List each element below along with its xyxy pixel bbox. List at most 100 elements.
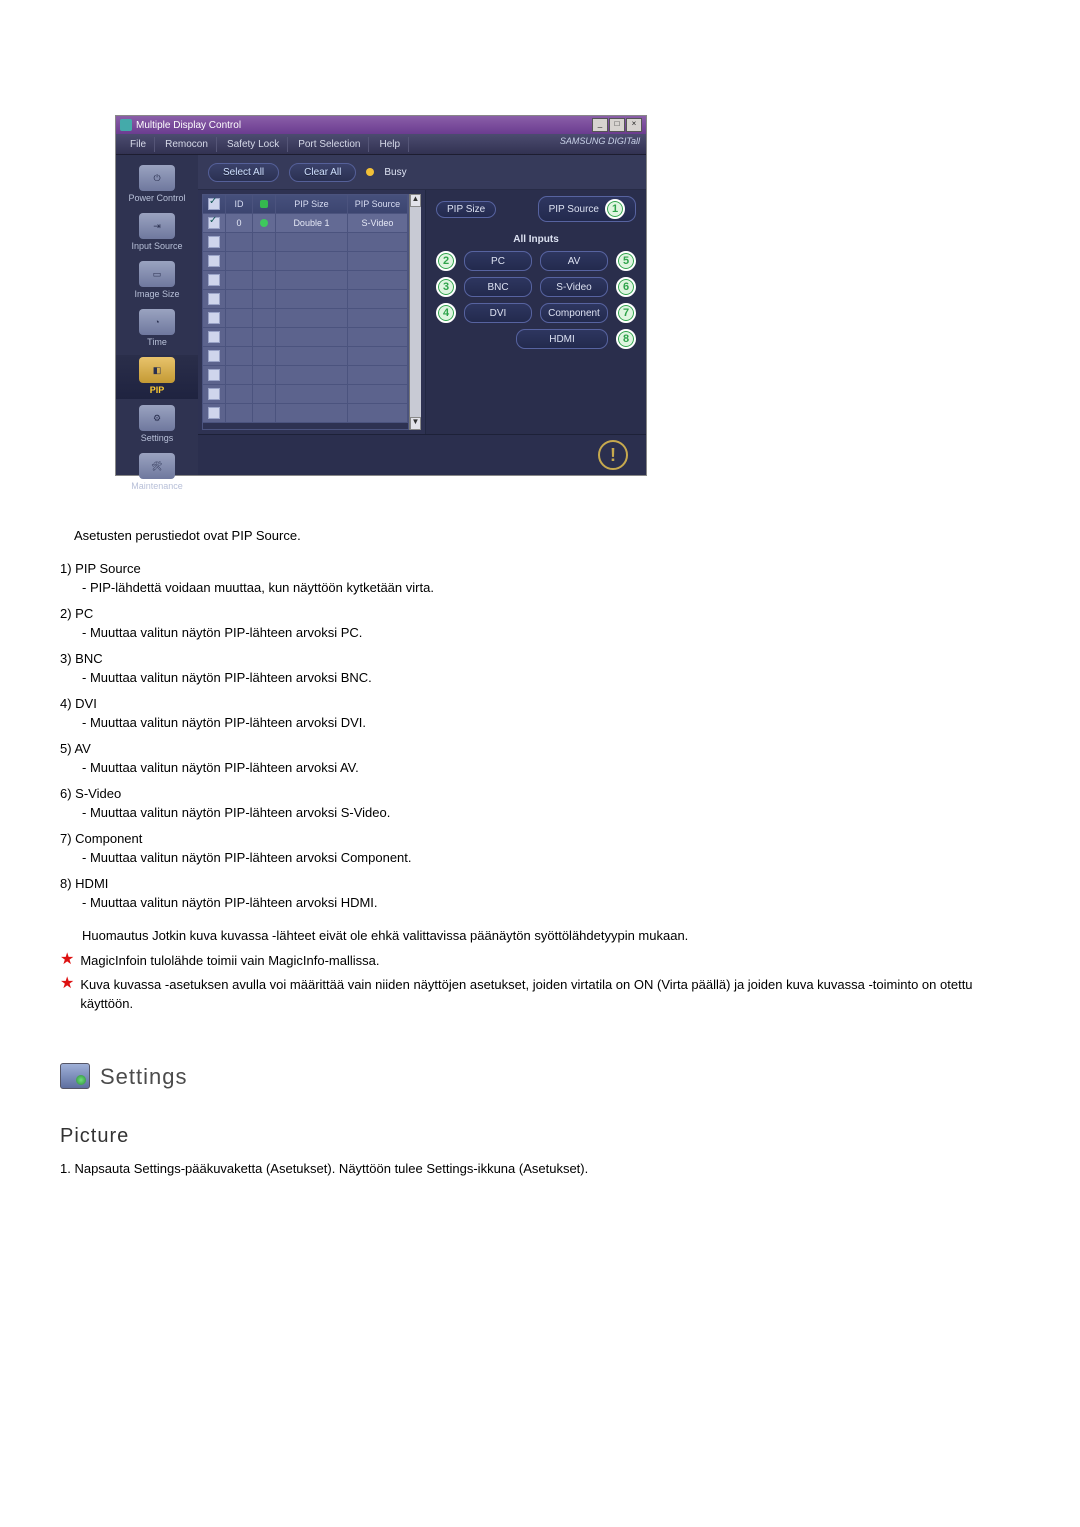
- list-item: PIP Source - PIP-lähdettä voidaan muutta…: [60, 559, 1020, 598]
- list-title: AV: [74, 741, 90, 756]
- busy-label: Busy: [384, 167, 406, 178]
- header-check[interactable]: [203, 195, 226, 213]
- checkbox-icon[interactable]: [208, 312, 220, 324]
- checkbox-icon[interactable]: [208, 369, 220, 381]
- sidebar-item-input-source[interactable]: ⇥ Input Source: [116, 211, 198, 255]
- star-icon: ★: [60, 951, 74, 971]
- display-grid: ID PIP Size PIP Source 0 Double 1 S-Vide…: [202, 194, 409, 430]
- list-title: DVI: [75, 696, 97, 711]
- list-title: S-Video: [75, 786, 121, 801]
- maintenance-icon: 🛠: [139, 453, 175, 479]
- list-desc: - Muuttaa valitun näytön PIP-lähteen arv…: [60, 713, 1020, 733]
- pip-source-panel: PIP Size PIP Source 1 All Inputs 2 PC AV…: [425, 190, 646, 434]
- grid-scrollbar[interactable]: ▲ ▼: [409, 194, 421, 430]
- app-window: Multiple Display Control _ □ × File Remo…: [115, 115, 647, 476]
- pip-source-label: PIP Source: [549, 204, 599, 215]
- sidebar-item-power-control[interactable]: ⏻ Power Control: [116, 163, 198, 207]
- sidebar-label: Input Source: [116, 241, 198, 251]
- bnc-button[interactable]: BNC: [464, 277, 532, 297]
- sidebar: ⏻ Power Control ⇥ Input Source ▭ Image S…: [116, 155, 198, 475]
- checkbox-icon[interactable]: [208, 407, 220, 419]
- note-text: Huomautus Jotkin kuva kuvassa -lähteet e…: [82, 926, 1020, 946]
- sidebar-label: PIP: [116, 385, 198, 395]
- scroll-up-icon[interactable]: ▲: [410, 194, 421, 207]
- list-item: AV - Muuttaa valitun näytön PIP-lähteen …: [60, 739, 1020, 778]
- callout-7: 7: [616, 303, 636, 323]
- star-text: MagicInfoin tulolähde toimii vain MagicI…: [80, 951, 1020, 971]
- maximize-button[interactable]: □: [609, 118, 625, 132]
- cell-size: Double 1: [276, 214, 348, 232]
- sidebar-label: Power Control: [116, 193, 198, 203]
- sidebar-item-pip[interactable]: ◧ PIP: [116, 355, 198, 399]
- dvi-button[interactable]: DVI: [464, 303, 532, 323]
- menu-file[interactable]: File: [122, 137, 155, 152]
- sidebar-item-settings[interactable]: ⚙ Settings: [116, 403, 198, 447]
- star-text: Kuva kuvassa -asetuksen avulla voi määri…: [80, 975, 1020, 1014]
- status-bar: !: [198, 434, 646, 475]
- grid-row-empty: [203, 385, 408, 404]
- checkbox-icon[interactable]: [208, 388, 220, 400]
- header-source: PIP Source: [348, 195, 408, 213]
- sidebar-label: Settings: [116, 433, 198, 443]
- connection-icon: [260, 200, 268, 208]
- subsection-step: 1. Napsauta Settings-pääkuvaketta (Asetu…: [60, 1159, 1020, 1179]
- image-size-icon: ▭: [139, 261, 175, 287]
- menu-safety-lock[interactable]: Safety Lock: [219, 137, 288, 152]
- callout-3: 3: [436, 277, 456, 297]
- list-title: PIP Source: [75, 561, 141, 576]
- sidebar-item-maintenance[interactable]: 🛠 Maintenance: [116, 451, 198, 495]
- pip-size-label: PIP Size: [447, 204, 485, 215]
- grid-row-empty: [203, 328, 408, 347]
- sidebar-item-time[interactable]: ◔ Time: [116, 307, 198, 351]
- svideo-button[interactable]: S-Video: [540, 277, 608, 297]
- close-button[interactable]: ×: [626, 118, 642, 132]
- checkbox-icon[interactable]: [208, 255, 220, 267]
- grid-header-row: ID PIP Size PIP Source: [203, 195, 408, 214]
- checkbox-icon[interactable]: [208, 293, 220, 305]
- pip-source-header[interactable]: PIP Source 1: [538, 196, 636, 222]
- grid-row-empty: [203, 271, 408, 290]
- grid-row[interactable]: 0 Double 1 S-Video: [203, 214, 408, 233]
- pc-button[interactable]: PC: [464, 251, 532, 271]
- list-item: BNC - Muuttaa valitun näytön PIP-lähteen…: [60, 649, 1020, 688]
- select-all-button[interactable]: Select All: [208, 163, 279, 182]
- list-title: HDMI: [75, 876, 108, 891]
- pip-icon: ◧: [139, 357, 175, 383]
- clear-all-button[interactable]: Clear All: [289, 163, 356, 182]
- sidebar-item-image-size[interactable]: ▭ Image Size: [116, 259, 198, 303]
- grid-row-empty: [203, 309, 408, 328]
- av-button[interactable]: AV: [540, 251, 608, 271]
- callout-8: 8: [616, 329, 636, 349]
- app-icon: [120, 119, 132, 131]
- grid-row-empty: [203, 233, 408, 252]
- cell-id: 0: [226, 214, 253, 232]
- section-title: Settings: [100, 1060, 188, 1093]
- list-item: DVI - Muuttaa valitun näytön PIP-lähteen…: [60, 694, 1020, 733]
- minimize-button[interactable]: _: [592, 118, 608, 132]
- list-desc: - Muuttaa valitun näytön PIP-lähteen arv…: [60, 848, 1020, 868]
- titlebar[interactable]: Multiple Display Control _ □ ×: [116, 116, 646, 134]
- settings-icon: ⚙: [139, 405, 175, 431]
- checkbox-icon[interactable]: [208, 274, 220, 286]
- checkbox-icon[interactable]: [208, 331, 220, 343]
- sidebar-label: Maintenance: [116, 481, 198, 491]
- star-note-1: ★ MagicInfoin tulolähde toimii vain Magi…: [60, 951, 1020, 971]
- menu-remocon[interactable]: Remocon: [157, 137, 217, 152]
- header-status: [253, 195, 276, 213]
- info-icon[interactable]: !: [598, 440, 628, 470]
- menu-help[interactable]: Help: [371, 137, 409, 152]
- brand-label: SAMSUNG DIGITall: [560, 136, 640, 146]
- checkbox-icon[interactable]: [208, 350, 220, 362]
- grid-row-empty: [203, 366, 408, 385]
- hdmi-button[interactable]: HDMI: [516, 329, 608, 349]
- time-icon: ◔: [139, 309, 175, 335]
- checkbox-icon[interactable]: [208, 217, 220, 229]
- component-button[interactable]: Component: [540, 303, 608, 323]
- list-item: PC - Muuttaa valitun näytön PIP-lähteen …: [60, 604, 1020, 643]
- scroll-down-icon[interactable]: ▼: [410, 417, 421, 430]
- checkbox-icon[interactable]: [208, 236, 220, 248]
- sidebar-label: Time: [116, 337, 198, 347]
- callout-4: 4: [436, 303, 456, 323]
- menu-port-selection[interactable]: Port Selection: [290, 137, 369, 152]
- pip-size-header[interactable]: PIP Size: [436, 201, 496, 218]
